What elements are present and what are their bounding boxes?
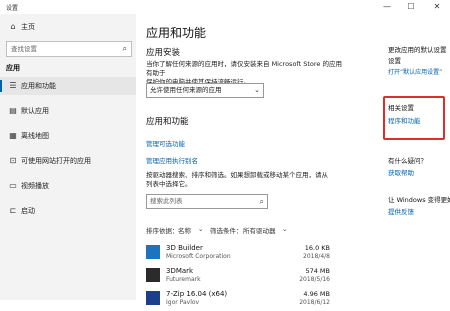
install-source-dropdown[interactable]: 允许使用任何来源的应用 ⌄	[146, 83, 264, 98]
sidebar-item-label: 可使用网站打开的应用	[21, 157, 91, 165]
search-icon[interactable]: ⌕	[123, 42, 127, 56]
search-description-line: 列表中选择它。	[146, 180, 192, 188]
sidebar-item-apps-for-websites[interactable]: ⊡ 可使用网站打开的应用	[0, 152, 136, 170]
programs-features-link[interactable]: 程序和功能	[388, 115, 421, 125]
search-placeholder: 搜索此列表	[150, 197, 183, 205]
app-publisher: Igor Pavlov	[166, 299, 200, 306]
sidebar-item-label: 默认应用	[21, 107, 49, 115]
improve-heading: 让 Windows 变得更好	[388, 196, 450, 204]
settings-search-input[interactable]: 查找设置 ⌕	[6, 41, 132, 57]
app-name: 3D Builder	[166, 244, 203, 252]
sidebar-item-label: 主页	[21, 23, 35, 31]
related-panel: 更改应用的默认设置 设置 打开“默认应用设置” 相关设置 程序和功能 有什么疑问…	[383, 14, 450, 300]
filter-label: 筛选条件：	[210, 227, 243, 235]
page-title: 应用和功能	[146, 26, 207, 40]
manage-optional-features-link[interactable]: 管理可选功能	[146, 138, 185, 148]
7zip-icon	[146, 291, 160, 305]
help-heading: 有什么疑问？	[388, 157, 427, 165]
sidebar-item-default-apps[interactable]: ▤ 默认应用	[0, 102, 136, 120]
search-description: 按驱动器搜索、排序和筛选。如果想卸载或移动某个应用，请从 列表中选择它。	[146, 171, 346, 189]
related-settings-heading: 相关设置	[388, 104, 414, 112]
window-title: 设置	[6, 5, 19, 12]
list-icon: ☰	[9, 81, 17, 90]
app-name: 7-Zip 16.04 (x64)	[166, 290, 228, 298]
web-apps-icon: ⊡	[9, 156, 17, 165]
app-name: 3DMark	[166, 267, 194, 275]
default-settings-heading: 更改应用的默认设置	[388, 46, 447, 54]
app-date: 2018/6/12	[299, 299, 330, 306]
home-icon: ⌂	[10, 22, 16, 31]
maximize-button[interactable]: ☐	[402, 0, 420, 14]
sidebar-item-label: 启动	[21, 207, 35, 215]
minimize-button[interactable]: —	[378, 0, 396, 14]
default-apps-settings-link[interactable]: 打开“默认应用设置”	[388, 67, 442, 76]
sidebar: ⌂ 主页 查找设置 ⌕ 应用 ☰ 应用和功能 ▤ 默认应用 ▦ 离线地图 ⊡ 可…	[0, 14, 136, 300]
close-button[interactable]: ✕	[428, 0, 446, 14]
3dmark-icon	[146, 268, 160, 282]
filter-dropdown[interactable]: 所有驱动器	[243, 225, 276, 235]
app-size: 574 MB	[305, 267, 330, 275]
manage-app-aliases-link[interactable]: 管理应用执行别名	[146, 155, 198, 165]
sidebar-item-label: 离线地图	[21, 132, 49, 140]
sidebar-item-apps-features[interactable]: ☰ 应用和功能	[0, 77, 136, 95]
video-icon: ▭	[9, 181, 17, 190]
sidebar-item-startup[interactable]: ⊏ 启动	[0, 202, 136, 220]
install-description-line: 当你了解任何来源的应用时，请仅安装来自 Microsoft Store 的应用有…	[146, 60, 342, 77]
app-size: 4.96 MB	[303, 290, 330, 298]
search-icon[interactable]: ⌕	[260, 195, 264, 208]
app-size: 16.0 KB	[304, 244, 330, 252]
default-apps-icon: ▤	[9, 106, 17, 115]
chevron-down-icon: ⌄	[254, 86, 260, 94]
install-heading: 应用安装	[146, 48, 181, 58]
title-bar: 设置 — ☐ ✕	[0, 0, 450, 14]
search-description-line: 按驱动器搜索、排序和筛选。如果想卸载或移动某个应用，请从	[146, 171, 328, 179]
features-heading: 应用和功能	[146, 117, 189, 127]
sort-dropdown[interactable]: 名称	[178, 225, 191, 235]
default-settings-desc: 设置	[388, 57, 401, 65]
app-date: 2018/5/16	[299, 276, 330, 283]
sidebar-item-home[interactable]: ⌂ 主页	[0, 18, 136, 36]
3d-builder-icon	[146, 245, 160, 259]
map-icon: ▦	[9, 131, 17, 140]
sidebar-section-label: 应用	[6, 64, 20, 72]
chevron-down-icon[interactable]: ⌄	[282, 225, 287, 233]
app-list-search-input[interactable]: 搜索此列表 ⌕	[146, 194, 268, 209]
sidebar-item-label: 应用和功能	[21, 82, 56, 90]
chevron-down-icon[interactable]: ⌄	[198, 225, 203, 233]
feedback-link[interactable]: 提供反馈	[388, 206, 414, 216]
get-help-link[interactable]: 获取帮助	[388, 167, 414, 177]
app-publisher: Futuremark	[166, 276, 201, 283]
app-date: 2018/4/8	[303, 253, 330, 260]
sidebar-item-offline-maps[interactable]: ▦ 离线地图	[0, 127, 136, 145]
search-placeholder: 查找设置	[11, 45, 37, 53]
app-list-item[interactable]: 7-Zip 16.04 (x64) Igor Pavlov 4.96 MB 20…	[146, 289, 336, 311]
app-list-item[interactable]: 3D Builder Microsoft Corporation 16.0 KB…	[146, 243, 336, 265]
app-publisher: Microsoft Corporation	[166, 253, 231, 260]
sidebar-item-video-playback[interactable]: ▭ 视频播放	[0, 177, 136, 195]
startup-icon: ⊏	[9, 206, 17, 215]
sidebar-item-label: 视频播放	[21, 182, 49, 190]
sort-label: 排序依据：	[146, 227, 179, 235]
dropdown-value: 允许使用任何来源的应用	[150, 86, 222, 94]
app-list-item[interactable]: 3DMark Futuremark 574 MB 2018/5/16	[146, 266, 336, 288]
